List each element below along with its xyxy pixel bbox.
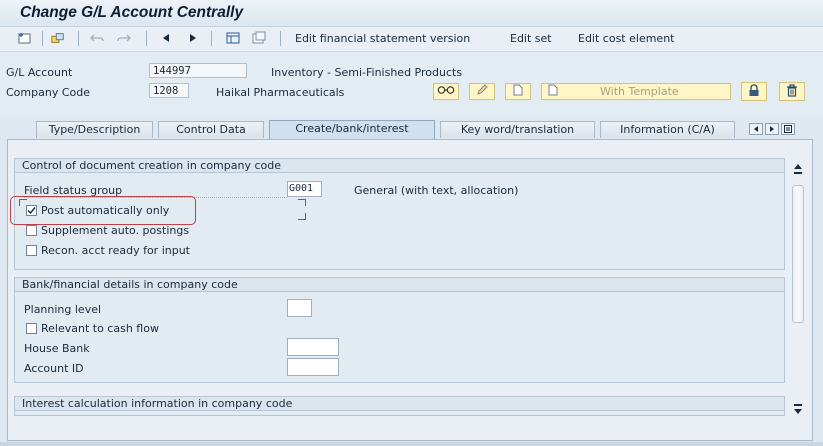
gl-account-label: G/L Account: [6, 66, 73, 79]
toolbar-separator: [211, 31, 212, 46]
chevron-left-icon: [754, 126, 758, 132]
tab-list-button[interactable]: [781, 123, 795, 135]
next-icon[interactable]: [186, 31, 200, 45]
post-auto-label: Post automatically only: [41, 204, 170, 217]
recon-label: Recon. acct ready for input: [41, 244, 190, 257]
planning-level-label: Planning level: [24, 303, 102, 316]
account-id-input[interactable]: [287, 358, 339, 376]
recon-checkbox[interactable]: [26, 245, 37, 256]
scroll-top-bar-icon: [794, 172, 802, 174]
glasses-icon: [437, 85, 455, 98]
window-title: Change G/L Account Centrally: [20, 4, 244, 21]
with-template-button[interactable]: With Template: [541, 83, 731, 100]
toolbar-separator: [146, 31, 147, 46]
document-icon: [513, 84, 523, 99]
supplement-label: Supplement auto. postings: [41, 224, 190, 237]
field-status-group-description: General (with text, allocation): [354, 184, 519, 197]
chevron-down-icon: [794, 409, 802, 414]
status-bar: [0, 442, 823, 446]
tab-scroll-left-button[interactable]: [749, 123, 763, 135]
document-icon: [548, 84, 558, 99]
create-document-button[interactable]: [505, 83, 531, 100]
interest-group-header: Interest calculation information in comp…: [14, 396, 785, 411]
company-code-description: Haikal Pharmaceuticals: [216, 86, 345, 99]
bank-group-header: Bank/financial details in company code: [14, 277, 785, 292]
display-table-icon[interactable]: [226, 31, 240, 45]
account-id-label: Account ID: [24, 362, 84, 375]
checkmark-icon: [27, 207, 36, 215]
focus-corner-marker: [298, 213, 306, 220]
chevron-up-icon: [794, 164, 802, 169]
field-status-group-input[interactable]: G001: [287, 181, 322, 197]
gl-account-field[interactable]: 144997: [149, 63, 247, 78]
gl-account-description: Inventory - Semi-Finished Products: [271, 66, 463, 79]
vertical-scrollbar[interactable]: [791, 157, 805, 425]
scroll-thumb[interactable]: [792, 185, 804, 323]
tab-scroll-right-button[interactable]: [765, 123, 779, 135]
planning-level-input[interactable]: [287, 299, 312, 317]
edit-fs-version-button[interactable]: Edit financial statement version: [295, 32, 470, 45]
tab-information-ca[interactable]: Information (C/A): [600, 121, 735, 138]
lock-icon: [748, 83, 760, 100]
delete-button[interactable]: [779, 82, 805, 101]
display-list-icon[interactable]: [252, 31, 266, 45]
undo-icon[interactable]: [90, 31, 104, 45]
company-code-field[interactable]: 1208: [149, 83, 189, 98]
previous-icon[interactable]: [159, 31, 173, 45]
post-auto-checkbox[interactable]: [26, 205, 37, 216]
relevant-cash-label: Relevant to cash flow: [41, 322, 159, 335]
tab-key-word-translation[interactable]: Key word/translation: [440, 121, 595, 138]
other-object-icon[interactable]: [51, 31, 65, 45]
doc-creation-group-header: Control of document creation in company …: [14, 158, 785, 173]
tab-control-data[interactable]: Control Data: [158, 121, 264, 138]
scroll-up-button[interactable]: [791, 157, 805, 181]
house-bank-label: House Bank: [24, 342, 90, 355]
edit-cost-element-button[interactable]: Edit cost element: [578, 32, 674, 45]
with-template-label: With Template: [600, 85, 679, 98]
house-bank-input[interactable]: [287, 338, 339, 356]
company-code-label: Company Code: [6, 86, 90, 99]
display-glasses-button[interactable]: [433, 83, 459, 100]
tab-list-icon: [784, 125, 792, 133]
scroll-bottom-bar-icon: [794, 404, 802, 406]
relevant-cash-checkbox[interactable]: [26, 323, 37, 334]
toolbar-separator: [78, 31, 79, 46]
lock-button[interactable]: [741, 82, 767, 101]
supplement-checkbox[interactable]: [26, 225, 37, 236]
scroll-down-button[interactable]: [791, 397, 805, 421]
toggle-display-change-icon[interactable]: [18, 31, 32, 45]
trash-icon: [786, 83, 798, 100]
tab-type-description[interactable]: Type/Description: [36, 121, 153, 138]
redo-icon[interactable]: [117, 31, 131, 45]
toolbar-separator: [280, 31, 281, 46]
tab-create-bank-interest[interactable]: Create/bank/interest: [269, 120, 435, 139]
chevron-right-icon: [770, 126, 774, 132]
change-pencil-button[interactable]: [469, 83, 495, 100]
edit-set-button[interactable]: Edit set: [510, 32, 552, 45]
toolbar-separator: [42, 31, 43, 46]
pencil-icon: [476, 84, 488, 99]
focus-corner-marker: [298, 199, 306, 206]
